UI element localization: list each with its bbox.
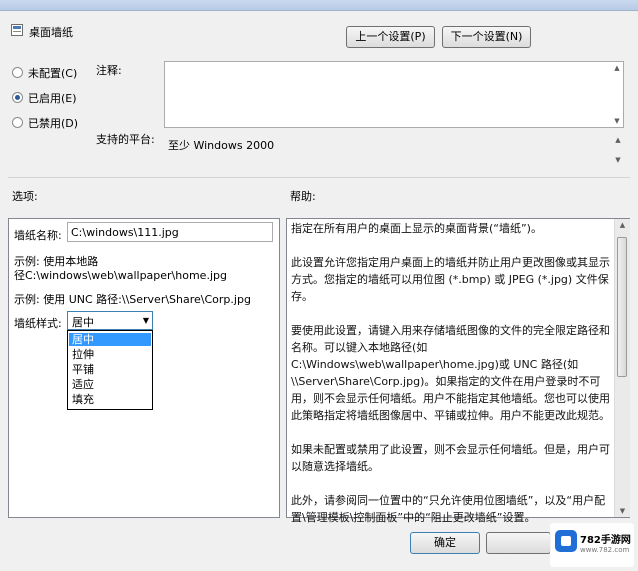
radio-disabled-label[interactable]: 已禁用(D) <box>28 115 78 131</box>
wallpaper-style-select[interactable]: 居中 ▼ <box>67 311 153 330</box>
cancel-button-partial[interactable] <box>486 532 551 554</box>
platform-field: 至少 Windows 2000 ▲ ▼ <box>164 132 624 168</box>
comment-textarea[interactable]: ▲ ▼ <box>164 61 624 128</box>
help-paragraph: 此设置允许您指定用户桌面上的墙纸并防止用户更改图像或其显示方式。您指定的墙纸可以… <box>291 256 610 303</box>
radio-not-configured[interactable] <box>12 67 23 78</box>
watermark-brand: 782手游网 <box>580 535 631 546</box>
help-label: 帮助: <box>290 190 316 203</box>
style-option-tile[interactable]: 平铺 <box>69 363 151 376</box>
section-divider <box>8 177 630 178</box>
watermark: 782手游网 www.782.com <box>550 523 634 567</box>
prev-setting-button[interactable]: 上一个设置(P) <box>346 26 435 48</box>
wallpaper-name-label: 墙纸名称: <box>14 229 62 242</box>
setting-title: 桌面墙纸 <box>29 26 73 39</box>
ok-button[interactable]: 确定 <box>410 532 480 554</box>
options-label: 选项: <box>12 190 38 203</box>
scroll-down-icon[interactable]: ▼ <box>615 507 630 515</box>
scroll-up-icon[interactable]: ▲ <box>611 62 623 74</box>
radio-not-configured-label[interactable]: 未配置(C) <box>28 65 77 81</box>
style-option-fill[interactable]: 填充 <box>69 393 151 406</box>
wallpaper-style-label: 墙纸样式: <box>14 317 62 330</box>
platform-scroll-down-icon[interactable]: ▼ <box>612 154 624 166</box>
scroll-down-icon[interactable]: ▼ <box>611 115 623 127</box>
watermark-url: www.782.com <box>580 546 630 554</box>
help-scrollbar[interactable]: ▲ ▼ <box>614 219 630 517</box>
scroll-thumb[interactable] <box>617 237 627 377</box>
wallpaper-style-dropdown: 居中 拉伸 平铺 适应 填充 <box>67 330 153 410</box>
comment-label: 注释: <box>96 64 122 77</box>
example-unc: 示例: 使用 UNC 路径:\\Server\Share\Corp.jpg <box>14 293 251 306</box>
style-option-stretch[interactable]: 拉伸 <box>69 348 151 361</box>
help-text: 指定在所有用户的桌面上显示的桌面背景(“墙纸”)。 此设置允许您指定用户桌面上的… <box>291 220 611 543</box>
help-paragraph: 指定在所有用户的桌面上显示的桌面背景(“墙纸”)。 <box>291 222 542 235</box>
wallpaper-name-input[interactable] <box>67 222 273 242</box>
style-option-center[interactable]: 居中 <box>69 333 151 346</box>
example-local-line2: 径C:\windows\web\wallpaper\home.jpg <box>14 269 227 282</box>
platform-scroll-up-icon[interactable]: ▲ <box>612 134 624 146</box>
wallpaper-style-selected: 居中 <box>72 316 94 329</box>
radio-enabled-label[interactable]: 已启用(E) <box>28 90 77 106</box>
scroll-up-icon[interactable]: ▲ <box>615 221 630 229</box>
setting-icon <box>11 24 23 36</box>
help-paragraph: 此外，请参阅同一位置中的“只允许使用位图墙纸”，以及“用户配置\管理模板\控制面… <box>291 494 606 524</box>
platform-value: 至少 Windows 2000 <box>168 139 275 152</box>
watermark-logo-icon <box>555 530 577 552</box>
window-title-bar <box>0 0 638 11</box>
chevron-down-icon: ▼ <box>142 316 149 325</box>
help-paragraph: 如果未配置或禁用了此设置，则不会显示任何墙纸。但是，用户可以随意选择墙纸。 <box>291 443 610 473</box>
radio-disabled[interactable] <box>12 117 23 128</box>
next-setting-button[interactable]: 下一个设置(N) <box>442 26 531 48</box>
style-option-fit[interactable]: 适应 <box>69 378 151 391</box>
platform-label: 支持的平台: <box>96 133 155 146</box>
help-paragraph: 要使用此设置，请键入用来存储墙纸图像的文件的完全限定路径和名称。可以键入本地路径… <box>291 324 610 422</box>
radio-enabled[interactable] <box>12 92 23 103</box>
